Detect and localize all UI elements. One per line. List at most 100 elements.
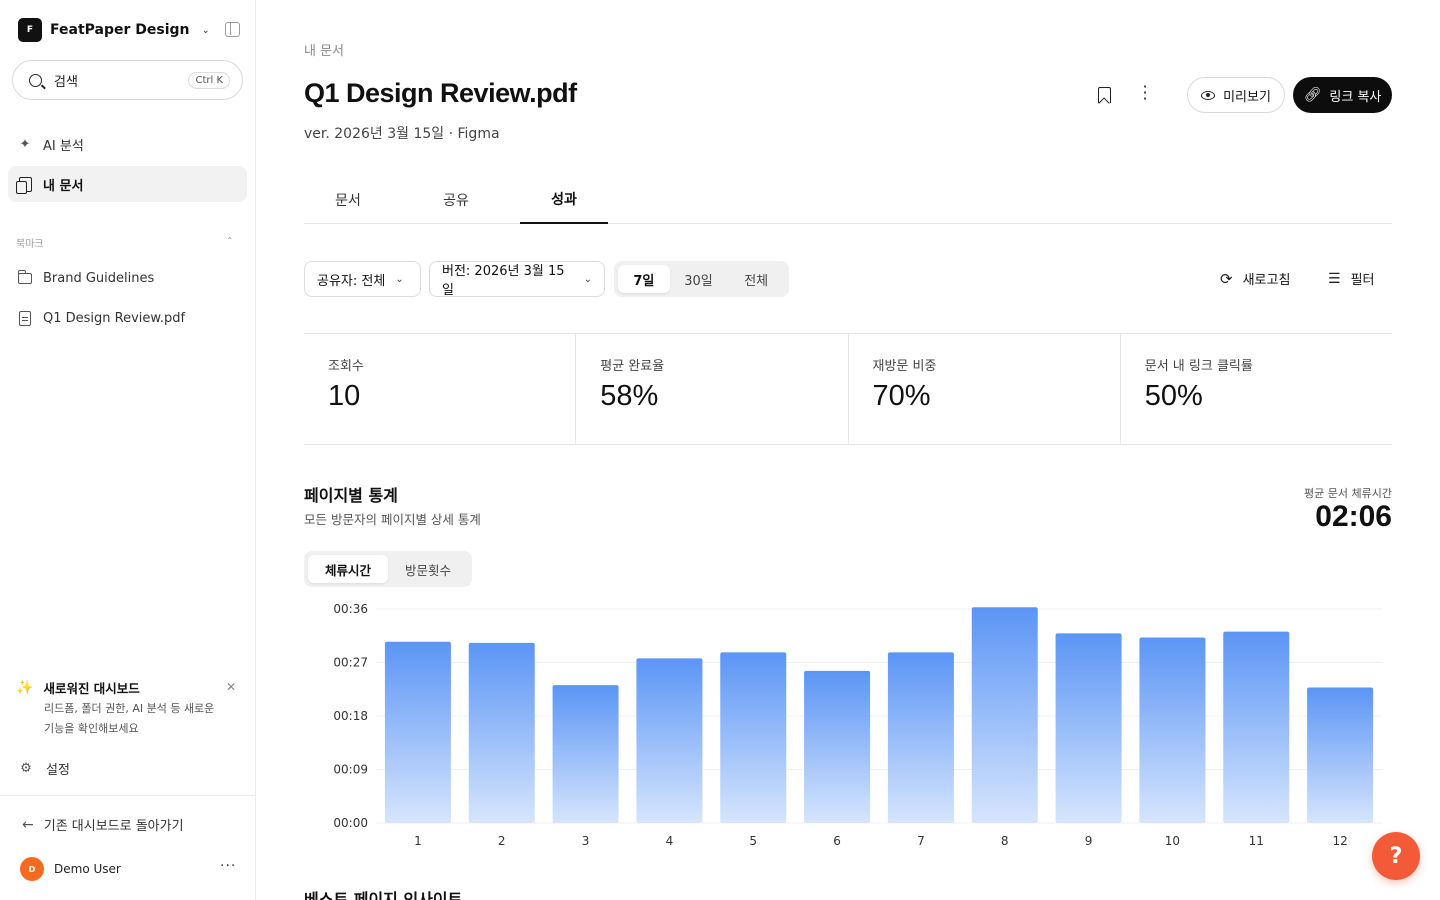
toggle-visit-count[interactable]: 방문횟수 xyxy=(388,555,468,583)
x-tick-label: 1 xyxy=(414,834,422,848)
folder-icon xyxy=(17,269,32,284)
chevron-up-icon[interactable]: ⌄ xyxy=(226,234,234,244)
eye-icon xyxy=(1201,90,1216,100)
tab-performance[interactable]: 성과 xyxy=(520,176,608,224)
avg-dwell-label: 평균 문서 체류시간 xyxy=(1304,487,1392,500)
period-all[interactable]: 전체 xyxy=(727,265,785,293)
section-subtitle: 모든 방문자의 페이지별 상세 통계 xyxy=(304,512,481,527)
preview-button[interactable]: 미리보기 xyxy=(1187,77,1285,113)
bar-page-7[interactable] xyxy=(887,652,954,823)
sliders-icon: ⚙ xyxy=(20,761,32,776)
divider xyxy=(0,795,256,796)
filter-sliders-icon: ☰ xyxy=(1328,270,1341,287)
arrow-left-icon: ← xyxy=(22,816,34,833)
avg-dwell-value: 02:06 xyxy=(1315,500,1392,533)
bar-page-5[interactable] xyxy=(720,652,787,823)
stat-label: 평균 완료율 xyxy=(600,359,665,374)
x-tick-label: 7 xyxy=(917,834,925,848)
refresh-label: 새로고침 xyxy=(1242,273,1291,288)
x-tick-label: 9 xyxy=(1085,834,1093,848)
settings-button[interactable]: ⚙ 설정 xyxy=(18,759,70,778)
copy-link-button[interactable]: 🔗︎ 링크 복사 xyxy=(1293,77,1392,113)
bar-page-6[interactable] xyxy=(804,670,871,823)
avatar: D xyxy=(20,857,44,881)
next-section-title: 베스트 페이지 인사이트 xyxy=(304,890,463,900)
help-button[interactable]: ? xyxy=(1372,832,1420,880)
bookmark-item-brand-guidelines[interactable]: Brand Guidelines xyxy=(8,260,247,296)
more-horizontal-icon[interactable]: ··· xyxy=(220,858,236,874)
refresh-button[interactable]: ⟳ 새로고침 xyxy=(1220,269,1291,289)
link-icon: 🔗︎ xyxy=(1303,87,1322,103)
bar-page-8[interactable] xyxy=(971,607,1038,823)
stat-card-revisit: 재방문 비중 70% xyxy=(849,334,1121,444)
stats-row: 조회수 10 평균 완료율 58% 재방문 비중 70% 문서 내 링크 클릭률… xyxy=(304,333,1392,445)
copy-link-label: 링크 복사 xyxy=(1329,89,1382,105)
y-tick-label: 00:18 xyxy=(333,709,368,723)
workspace-logo: F xyxy=(18,18,42,42)
page-title: Q1 Design Review.pdf xyxy=(304,78,577,108)
stat-value: 50% xyxy=(1144,380,1203,412)
sidebar: F FeatPaper Design ⌄ 검색 Ctrl K ✦ AI 분석 내… xyxy=(0,0,256,900)
promo-title: 새로워진 대시보드 xyxy=(43,681,140,696)
y-tick-label: 00:00 xyxy=(333,816,368,830)
x-tick-label: 4 xyxy=(666,834,674,848)
close-icon[interactable]: ✕ xyxy=(226,680,236,694)
y-tick-label: 00:27 xyxy=(333,656,368,670)
breadcrumb[interactable]: 내 문서 xyxy=(304,40,344,59)
tab-bar: 문서 공유 성과 xyxy=(304,176,1392,224)
sidebar-item-label: AI 분석 xyxy=(43,138,84,154)
chevron-down-icon: ⌄ xyxy=(395,273,404,285)
sparkle-icon: ✨ xyxy=(16,679,34,696)
bookmark-icon[interactable] xyxy=(1098,87,1111,103)
sidebar-item-my-docs[interactable]: 내 문서 xyxy=(8,166,247,202)
bookmarks-label: 북마크 xyxy=(16,239,44,250)
back-to-legacy-dashboard-link[interactable]: ← 기존 대시보드로 돌아가기 xyxy=(22,815,184,835)
bar-page-12[interactable] xyxy=(1307,687,1374,823)
page-subtitle: ver. 2026년 3월 15일 · Figma xyxy=(304,126,500,142)
document-icon xyxy=(19,310,31,326)
x-tick-label: 3 xyxy=(582,834,590,848)
documents-icon xyxy=(15,176,32,194)
sidebar-item-ai-analysis[interactable]: ✦ AI 분석 xyxy=(8,126,247,162)
x-tick-label: 12 xyxy=(1332,834,1347,848)
tab-document[interactable]: 문서 xyxy=(304,176,392,224)
user-profile[interactable]: D Demo User xyxy=(20,857,121,881)
filter-label: 필터 xyxy=(1350,273,1375,288)
more-vertical-icon[interactable]: · · · xyxy=(1137,79,1153,107)
period-30d[interactable]: 30일 xyxy=(670,265,728,293)
bar-page-3[interactable] xyxy=(552,685,619,823)
sidebar-collapse-icon[interactable] xyxy=(225,22,240,37)
preview-label: 미리보기 xyxy=(1223,89,1271,105)
user-name: Demo User xyxy=(54,862,121,876)
bar-page-2[interactable] xyxy=(468,642,535,823)
sharer-filter-dropdown[interactable]: 공유자: 전체 ⌄ xyxy=(304,261,421,297)
search-icon xyxy=(29,73,42,87)
workspace-switcher[interactable]: F FeatPaper Design ⌄ xyxy=(18,18,210,42)
page-dwell-bar-chart: 00:0000:0900:1800:2700:361 2 3 4 5 6 7 8 9 10 11 12 xyxy=(333,602,1382,848)
bar-page-11[interactable] xyxy=(1223,631,1290,823)
bar-page-9[interactable] xyxy=(1055,633,1122,823)
chevron-down-icon: ⌄ xyxy=(583,273,592,285)
stat-card-views: 조회수 10 xyxy=(304,334,577,444)
promo-card: ✨ 새로워진 대시보드 리드폼, 폴더 권한, AI 분석 등 새로운 기능을 … xyxy=(16,678,240,739)
stat-value: 10 xyxy=(328,380,361,412)
x-tick-label: 2 xyxy=(498,834,506,848)
tab-share[interactable]: 공유 xyxy=(412,176,500,224)
stat-label: 조회수 xyxy=(328,359,364,374)
toggle-dwell-time[interactable]: 체류시간 xyxy=(308,555,388,583)
bookmark-item-q1-design-review[interactable]: Q1 Design Review.pdf xyxy=(8,300,247,336)
bar-page-1[interactable] xyxy=(384,641,451,823)
bar-page-10[interactable] xyxy=(1139,637,1206,823)
x-tick-label: 6 xyxy=(833,834,841,848)
y-tick-label: 00:36 xyxy=(333,602,368,616)
y-tick-label: 00:09 xyxy=(333,763,368,777)
version-filter-dropdown[interactable]: 버전: 2026년 3월 15일 ⌄ xyxy=(429,261,605,298)
bar-page-4[interactable] xyxy=(636,658,703,823)
search-input[interactable]: 검색 Ctrl K xyxy=(12,60,243,100)
version-filter-value: 버전: 2026년 3월 15일 xyxy=(442,264,565,298)
filter-button[interactable]: ☰ 필터 xyxy=(1328,269,1375,289)
stat-card-completion: 평균 완료율 58% xyxy=(576,334,849,444)
stat-label: 문서 내 링크 클릭률 xyxy=(1144,359,1253,374)
x-tick-label: 11 xyxy=(1249,834,1264,848)
period-7d[interactable]: 7일 xyxy=(618,265,670,293)
